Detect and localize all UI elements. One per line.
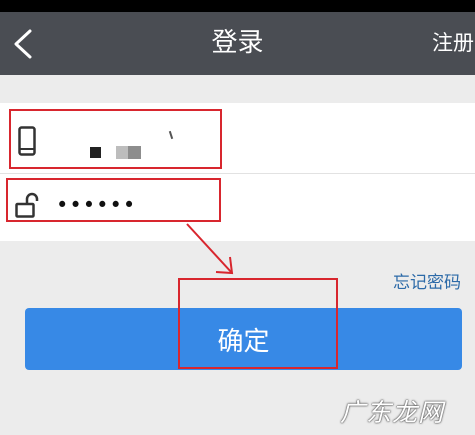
unlock-icon [15,192,39,218]
redaction-mark [128,146,141,159]
register-link[interactable]: 注册 [432,12,474,75]
watermark: 广东龙网 [340,398,445,427]
nav-bar: 登录 注册 [0,12,475,75]
redaction-mark [116,146,128,159]
mobile-phone-icon [18,126,36,156]
phone-input[interactable] [60,108,220,168]
confirm-button[interactable]: 确定 [25,308,462,370]
row-divider [0,173,475,174]
chevron-left-icon [14,29,32,59]
status-bar [0,0,475,12]
forgot-password-link[interactable]: 忘记密码 [393,268,461,293]
page-title: 登录 [211,28,264,58]
password-input[interactable]: •••••• [56,190,216,220]
redaction-mark [90,147,101,158]
back-button[interactable] [4,22,44,66]
